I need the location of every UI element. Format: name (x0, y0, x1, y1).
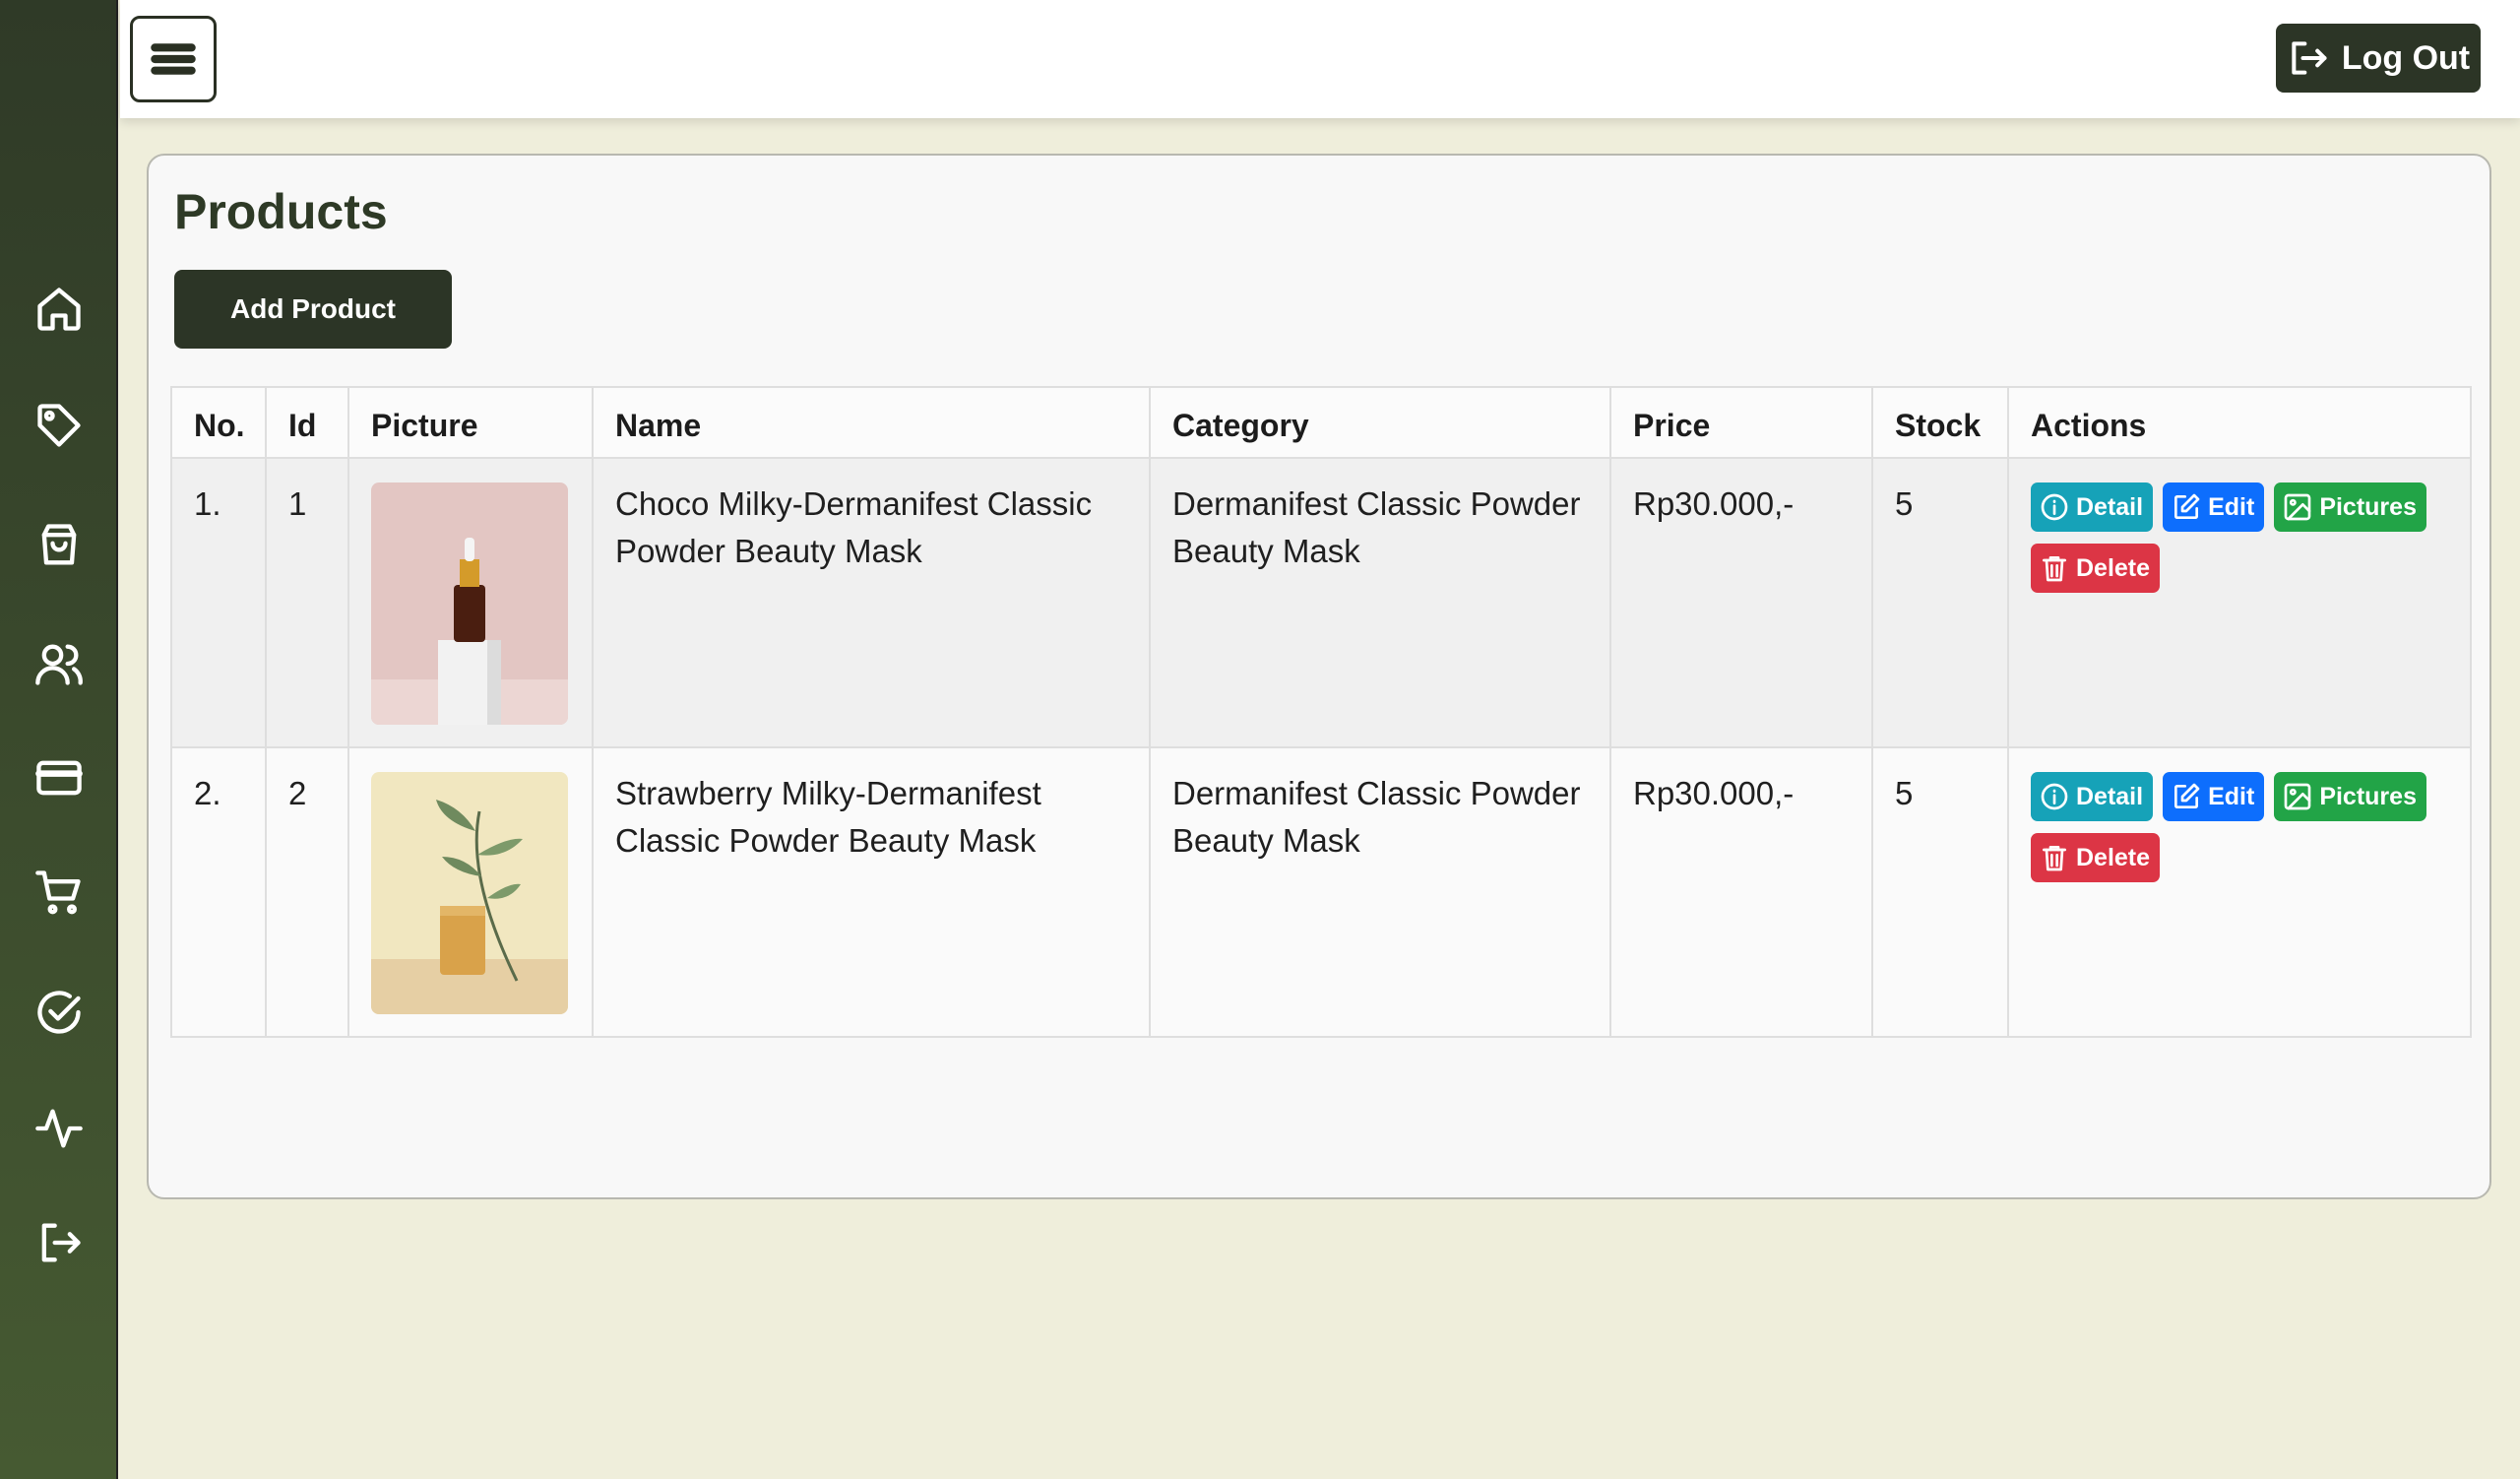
sidebar-item-cart[interactable] (0, 853, 118, 932)
sidebar-item-payments[interactable] (0, 739, 118, 817)
cell-id: 2 (265, 746, 349, 1038)
product-thumbnail (371, 482, 568, 725)
column-header-no: No. (170, 386, 267, 459)
top-bar: Log Out (120, 0, 2520, 118)
edit-icon (2174, 783, 2200, 808)
column-header-picture: Picture (347, 386, 594, 459)
info-icon (2041, 493, 2068, 521)
delete-label: Delete (2076, 554, 2151, 582)
logout-button[interactable]: Log Out (2276, 24, 2481, 93)
image-icon (2284, 493, 2311, 521)
sidebar-item-orders[interactable] (0, 506, 118, 585)
cell-name: Strawberry Milky-Dermanifest Classic Pow… (592, 746, 1151, 1038)
activity-icon (35, 1109, 83, 1148)
sidebar-item-activity[interactable] (0, 1089, 118, 1168)
cart-icon (35, 870, 81, 915)
users-icon (35, 644, 83, 685)
pictures-label: Pictures (2319, 783, 2417, 810)
sidebar-item-logout[interactable] (0, 1203, 118, 1282)
cell-actions: Detail Edit Pictures Delete (2007, 746, 2472, 1038)
shopping-bag-icon (41, 524, 77, 565)
column-header-stock: Stock (1871, 386, 2009, 459)
trash-icon (2043, 846, 2066, 871)
hamburger-icon (151, 43, 196, 75)
table-header-row: No. Id Picture Name Category Price Stock… (170, 386, 2472, 459)
cell-picture (347, 746, 594, 1038)
cell-actions: Detail Edit Pictures Delete (2007, 457, 2472, 748)
cell-stock: 5 (1871, 457, 2009, 748)
sidebar-item-users[interactable] (0, 624, 118, 703)
detail-button[interactable]: Detail (2031, 772, 2154, 821)
cell-name: Choco Milky-Dermanifest Classic Powder B… (592, 457, 1151, 748)
cell-category: Dermanifest Classic Powder Beauty Mask (1149, 457, 1611, 748)
cell-no: 1. (170, 457, 267, 748)
info-icon (2041, 783, 2068, 810)
delete-button[interactable]: Delete (2031, 833, 2161, 882)
products-card: Products Add Product No. Id Picture Name… (147, 154, 2491, 1199)
check-circle-icon (37, 991, 81, 1034)
detail-button[interactable]: Detail (2031, 482, 2154, 532)
pictures-button[interactable]: Pictures (2274, 482, 2426, 532)
sidebar (0, 0, 118, 1479)
cell-stock: 5 (1871, 746, 2009, 1038)
table-row: 1. 1 Choco Milky-Dermanifest Classic Pow… (170, 457, 2472, 748)
column-header-price: Price (1609, 386, 1873, 459)
detail-label: Detail (2076, 783, 2144, 810)
cell-category: Dermanifest Classic Powder Beauty Mask (1149, 746, 1611, 1038)
logout-label: Log Out (2341, 38, 2471, 77)
column-header-actions: Actions (2007, 386, 2472, 459)
detail-label: Detail (2076, 493, 2144, 521)
add-product-button[interactable]: Add Product (174, 270, 452, 349)
product-thumbnail (371, 772, 568, 1014)
delete-label: Delete (2076, 844, 2151, 871)
edit-button[interactable]: Edit (2163, 772, 2265, 821)
sidebar-item-tags[interactable] (0, 386, 118, 465)
logout-icon (41, 1223, 81, 1262)
tag-icon (37, 404, 81, 447)
logout-icon (2292, 41, 2327, 75)
edit-label: Edit (2208, 783, 2255, 810)
edit-icon (2174, 493, 2200, 519)
credit-card-icon (35, 760, 83, 796)
soap-bar-image (371, 772, 568, 1014)
cell-price: Rp30.000,- (1609, 746, 1873, 1038)
products-table: No. Id Picture Name Category Price Stock… (170, 386, 2472, 1038)
edit-label: Edit (2208, 493, 2255, 521)
page-title: Products (174, 184, 388, 239)
cell-picture (347, 457, 594, 748)
table-row: 2. 2 Strawberry Milky-Dermanifest Classi… (170, 746, 2472, 1038)
menu-toggle-button[interactable] (130, 16, 217, 102)
pictures-button[interactable]: Pictures (2274, 772, 2426, 821)
column-header-name: Name (592, 386, 1151, 459)
trash-icon (2043, 556, 2066, 582)
serum-bottle-image (371, 482, 568, 725)
image-icon (2284, 783, 2311, 810)
delete-button[interactable]: Delete (2031, 544, 2161, 593)
sidebar-item-completed[interactable] (0, 973, 118, 1052)
edit-button[interactable]: Edit (2163, 482, 2265, 532)
sidebar-item-home[interactable] (0, 270, 118, 349)
cell-price: Rp30.000,- (1609, 457, 1873, 748)
pictures-label: Pictures (2319, 493, 2417, 521)
home-icon (37, 288, 81, 331)
cell-no: 2. (170, 746, 267, 1038)
cell-id: 1 (265, 457, 349, 748)
column-header-category: Category (1149, 386, 1611, 459)
column-header-id: Id (265, 386, 349, 459)
